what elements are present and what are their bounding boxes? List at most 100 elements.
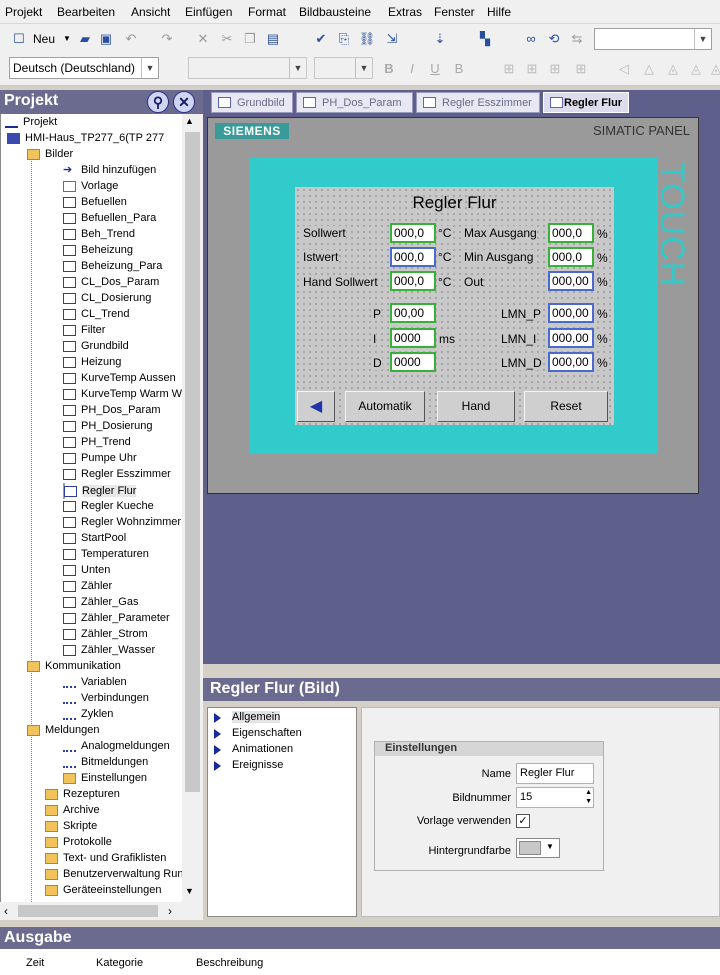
lmn-d-field[interactable]: 000,00 <box>548 352 594 372</box>
align2-icon[interactable]: ⊞ <box>523 60 541 78</box>
hmi-screen[interactable]: Regler Flur Sollwert 000,0 °C Istwert 00… <box>295 187 614 425</box>
refresh-icon[interactable]: ⟲ <box>545 30 563 48</box>
check-icon[interactable]: ✔ <box>312 30 330 48</box>
italic-icon[interactable]: I <box>403 60 421 78</box>
tree-item-label: Bild hinzufügen <box>81 164 157 176</box>
language-select[interactable]: Deutsch (Deutschland) ▼ <box>9 57 159 79</box>
automatik-button[interactable]: Automatik <box>345 391 425 422</box>
strike-icon[interactable]: B <box>450 60 468 78</box>
align-icon[interactable]: ⊞ <box>500 60 518 78</box>
d-field[interactable]: 0000 <box>390 352 436 372</box>
istwert-field[interactable]: 000,0 <box>390 247 436 267</box>
min-ausgang-field[interactable]: 000,0 <box>548 247 594 267</box>
tree-horizontal-scrollbar[interactable]: ‹ › <box>0 902 203 920</box>
cut-icon[interactable]: ✂ <box>218 30 236 48</box>
compile-icon[interactable]: ⎘ <box>335 30 353 48</box>
pin-icon[interactable]: ⚲ <box>147 91 169 113</box>
tree-item-label: Regler Flur <box>82 485 137 497</box>
p-field[interactable]: 00,00 <box>390 303 436 323</box>
output-header: Zeit Kategorie Beschreibung <box>0 949 720 975</box>
stepper-arrows-icon[interactable]: ▲ ▼ <box>585 788 592 806</box>
font-size-select[interactable]: ▼ <box>314 57 373 79</box>
new-icon[interactable]: ☐ <box>10 30 28 48</box>
transfer-icon[interactable]: ⇲ <box>383 30 401 48</box>
rotate-icon[interactable]: ◬ <box>664 60 682 78</box>
connect-icon[interactable]: ⇆ <box>568 30 586 48</box>
properties-title: Regler Flur (Bild) <box>203 678 720 701</box>
menu-hilfe[interactable]: Hilfe <box>487 5 511 19</box>
screen-icon <box>63 677 76 688</box>
tab-grundbild[interactable]: Grundbild <box>211 92 293 113</box>
copy-icon[interactable]: ❐ <box>241 30 259 48</box>
tab-ph-dos-param[interactable]: PH_Dos_Param <box>296 92 413 113</box>
col-beschreibung[interactable]: Beschreibung <box>196 957 263 969</box>
properties-content: Einstellungen Name Regler Flur Bildnumme… <box>361 707 720 917</box>
menu-einfuegen[interactable]: Einfügen <box>185 5 232 19</box>
rotate2-icon[interactable]: ◬ <box>687 60 705 78</box>
simulate-icon[interactable]: ⛓ <box>358 30 376 48</box>
new-dropdown-icon[interactable]: ▼ <box>58 30 76 48</box>
sollwert-field[interactable]: 000,0 <box>390 223 436 243</box>
redo-icon[interactable]: ↷ <box>158 30 176 48</box>
menu-extras[interactable]: Extras <box>388 5 422 19</box>
menu-bearbeiten[interactable]: Bearbeiten <box>57 5 115 19</box>
layers-icon[interactable]: ▚ <box>476 30 494 48</box>
rotate3-icon[interactable]: ◬ <box>707 60 720 78</box>
download-icon[interactable]: ⇣ <box>431 30 449 48</box>
lmn-i-label: LMN_I <box>501 332 537 346</box>
max-ausgang-field[interactable]: 000,0 <box>548 223 594 243</box>
col-kategorie[interactable]: Kategorie <box>96 957 143 969</box>
toolbar-combo[interactable]: ▼ <box>594 28 712 50</box>
name-input[interactable]: Regler Flur <box>516 763 594 784</box>
scroll-right-icon[interactable]: › <box>168 904 172 918</box>
mirror-icon[interactable]: △ <box>640 60 658 78</box>
back-button[interactable]: ◀ <box>297 391 335 422</box>
color-picker[interactable]: ▼ <box>516 838 560 858</box>
output-title: Ausgabe <box>0 927 720 949</box>
screen-icon <box>7 133 20 144</box>
paste-icon[interactable]: ▤ <box>264 30 282 48</box>
binoculars-icon[interactable]: ∞ <box>522 30 540 48</box>
col-zeit[interactable]: Zeit <box>26 957 44 969</box>
scroll-left-icon[interactable]: ‹ <box>4 904 8 918</box>
chevron-down-icon: ▼ <box>546 842 554 851</box>
underline-icon[interactable]: U <box>426 60 444 78</box>
align3-icon[interactable]: ⊞ <box>546 60 564 78</box>
align4-icon[interactable]: ⊞ <box>572 60 590 78</box>
tab-regler-flur[interactable]: Regler Flur <box>543 92 629 113</box>
scrollbar-thumb[interactable] <box>185 132 200 792</box>
name-label: Name <box>481 768 511 780</box>
close-icon[interactable]: ✕ <box>173 91 195 113</box>
menu-bildbausteine[interactable]: Bildbausteine <box>299 5 371 19</box>
scrollbar-thumb[interactable] <box>18 905 158 917</box>
new-button[interactable]: Neu <box>33 32 55 46</box>
hand-button[interactable]: Hand <box>437 391 515 422</box>
menu-fenster[interactable]: Fenster <box>434 5 475 19</box>
scroll-down-icon[interactable]: ▼ <box>185 886 194 896</box>
hand-sollwert-field[interactable]: 000,0 <box>390 271 436 291</box>
folder-icon <box>27 725 40 736</box>
delete-icon[interactable]: ✕ <box>194 30 212 48</box>
out-field[interactable]: 000,00 <box>548 271 594 291</box>
save-icon[interactable]: ▣ <box>97 30 115 48</box>
font-select[interactable]: ▼ <box>188 57 307 79</box>
lmn-p-field[interactable]: 000,00 <box>548 303 594 323</box>
scroll-up-icon[interactable]: ▲ <box>185 116 194 126</box>
tree-item-label: PH_Trend <box>81 436 131 448</box>
tab-regler-esszimmer[interactable]: Regler Esszimmer <box>416 92 540 113</box>
i-field[interactable]: 0000 <box>390 328 436 348</box>
lmn-i-field[interactable]: 000,00 <box>548 328 594 348</box>
bildnummer-stepper[interactable]: 15 ▲ ▼ <box>516 787 594 808</box>
reset-button[interactable]: Reset <box>524 391 608 422</box>
screen-icon <box>63 581 76 592</box>
undo-icon[interactable]: ↶ <box>122 30 140 48</box>
tree-screen-item[interactable]: Regler Flur <box>63 483 137 499</box>
menu-ansicht[interactable]: Ansicht <box>131 5 170 19</box>
menu-projekt[interactable]: Projekt <box>5 5 42 19</box>
menu-format[interactable]: Format <box>248 5 286 19</box>
tree-vertical-scrollbar[interactable]: ▲ ▼ <box>182 114 203 902</box>
vorlage-checkbox[interactable]: ✓ <box>516 814 530 828</box>
flip-icon[interactable]: ◁ <box>615 60 633 78</box>
bold-icon[interactable]: B <box>380 60 398 78</box>
open-icon[interactable]: ▰ <box>76 30 94 48</box>
